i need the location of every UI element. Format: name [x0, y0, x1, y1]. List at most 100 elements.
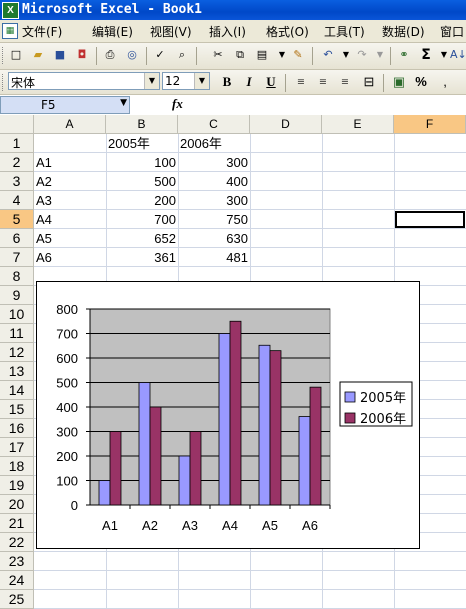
cell-a5[interactable]: A4	[36, 210, 104, 229]
insert-function-button[interactable]: fx	[172, 96, 183, 112]
cell-a6[interactable]: A5	[36, 229, 104, 248]
cell-c3[interactable]: 400	[178, 172, 248, 191]
row-header-7[interactable]: 7	[0, 248, 34, 267]
align-right-icon[interactable]: ≡	[336, 73, 354, 91]
cell-b3[interactable]: 500	[106, 172, 176, 191]
row-header-18[interactable]: 18	[0, 457, 34, 476]
row-header-1[interactable]: 1	[0, 134, 34, 153]
menu-view[interactable]: 视图(V)	[150, 23, 192, 40]
column-header-d[interactable]: D	[250, 115, 322, 134]
row-header-4[interactable]: 4	[0, 191, 34, 210]
row-header-23[interactable]: 23	[0, 552, 34, 571]
redo-dropdown-icon[interactable]: ▼	[372, 47, 388, 63]
cell-c1[interactable]: 2006年	[180, 134, 248, 153]
row-header-5[interactable]: 5	[0, 210, 34, 229]
cell-b6[interactable]: 652	[106, 229, 176, 248]
copy-icon[interactable]: ⧉	[232, 47, 248, 63]
column-header-f[interactable]: F	[394, 115, 466, 134]
menu-data[interactable]: 数据(D)	[382, 23, 425, 40]
cell-a4[interactable]: A3	[36, 191, 104, 210]
cell-a2[interactable]: A1	[36, 153, 104, 172]
save-icon[interactable]: ■	[52, 47, 68, 63]
paste-icon[interactable]: ▤	[254, 47, 270, 63]
active-cell-f5[interactable]	[395, 211, 465, 228]
chart-object[interactable]: 0 100 200 300 400 500 600 700 800 A1 A2 A3 A4 A5 A6 200…	[36, 281, 420, 549]
row-header-6[interactable]: 6	[0, 229, 34, 248]
formula-input[interactable]	[190, 96, 464, 113]
font-size-box[interactable]: 12 ▼	[162, 72, 210, 90]
row-header-15[interactable]: 15	[0, 400, 34, 419]
align-center-icon[interactable]: ≡	[314, 73, 332, 91]
align-left-icon[interactable]: ≡	[292, 73, 310, 91]
cell-b7[interactable]: 361	[106, 248, 176, 267]
italic-button[interactable]: I	[240, 73, 258, 91]
cell-c2[interactable]: 300	[178, 153, 248, 172]
paste-dropdown-icon[interactable]: ▼	[274, 47, 290, 63]
format-painter-icon[interactable]: ✎	[290, 47, 306, 63]
merge-center-icon[interactable]: ⊟	[360, 73, 378, 91]
row-header-16[interactable]: 16	[0, 419, 34, 438]
sort-ascending-icon[interactable]: A↓	[450, 47, 466, 63]
menu-format[interactable]: 格式(O)	[266, 23, 309, 40]
row-header-13[interactable]: 13	[0, 362, 34, 381]
menu-file[interactable]: 文件(F)	[22, 23, 62, 40]
print-icon[interactable]: ⎙	[102, 47, 118, 63]
column-header-c[interactable]: C	[178, 115, 250, 134]
column-header-e[interactable]: E	[322, 115, 394, 134]
row-header-21[interactable]: 21	[0, 514, 34, 533]
undo-dropdown-icon[interactable]: ▼	[338, 47, 354, 63]
font-name-box[interactable]: 宋体 ▼	[8, 72, 160, 90]
print-preview-icon[interactable]: ◎	[124, 47, 140, 63]
underline-button[interactable]: U	[262, 73, 280, 91]
menu-insert[interactable]: 插入(I)	[209, 23, 246, 40]
cut-icon[interactable]: ✂	[210, 47, 226, 63]
spelling-icon[interactable]: ✓	[152, 47, 168, 63]
percent-button[interactable]: %	[412, 73, 430, 91]
formatting-toolbar-grip[interactable]	[2, 74, 6, 91]
research-icon[interactable]: ⌕	[174, 47, 190, 63]
row-header-19[interactable]: 19	[0, 476, 34, 495]
row-header-22[interactable]: 22	[0, 533, 34, 552]
row-header-2[interactable]: 2	[0, 153, 34, 172]
open-icon[interactable]: ▰	[30, 47, 46, 63]
column-header-b[interactable]: B	[106, 115, 178, 134]
autosum-icon[interactable]: Σ	[418, 47, 434, 63]
menu-tools[interactable]: 工具(T)	[324, 23, 365, 40]
permission-icon[interactable]: ◘	[74, 47, 90, 63]
row-header-9[interactable]: 9	[0, 286, 34, 305]
cell-a7[interactable]: A6	[36, 248, 104, 267]
name-box-dropdown-icon[interactable]: ▼	[120, 98, 127, 108]
row-header-25[interactable]: 25	[0, 590, 34, 609]
row-header-12[interactable]: 12	[0, 343, 34, 362]
cell-b2[interactable]: 100	[106, 153, 176, 172]
row-header-20[interactable]: 20	[0, 495, 34, 514]
cell-c4[interactable]: 300	[178, 191, 248, 210]
select-all-button[interactable]	[0, 115, 34, 134]
font-size-dropdown-icon[interactable]: ▼	[194, 73, 209, 89]
currency-icon[interactable]: ▣	[390, 73, 408, 91]
row-header-8[interactable]: 8	[0, 267, 34, 286]
hyperlink-icon[interactable]: ⚭	[396, 47, 412, 63]
bold-button[interactable]: B	[218, 73, 236, 91]
menu-edit[interactable]: 编辑(E)	[92, 23, 133, 40]
cell-a3[interactable]: A2	[36, 172, 104, 191]
new-icon[interactable]: □	[8, 47, 24, 63]
row-header-3[interactable]: 3	[0, 172, 34, 191]
cell-c7[interactable]: 481	[178, 248, 248, 267]
undo-icon[interactable]: ↶	[320, 47, 336, 63]
row-header-24[interactable]: 24	[0, 571, 34, 590]
cell-b4[interactable]: 200	[106, 191, 176, 210]
row-header-14[interactable]: 14	[0, 381, 34, 400]
comma-style-icon[interactable]: ,	[436, 73, 454, 91]
cell-b5[interactable]: 700	[106, 210, 176, 229]
row-header-10[interactable]: 10	[0, 305, 34, 324]
column-header-a[interactable]: A	[34, 115, 106, 134]
cell-c5[interactable]: 750	[178, 210, 248, 229]
toolbar-grip[interactable]	[2, 47, 6, 64]
workbook-icon[interactable]: ▦	[2, 23, 18, 39]
menu-window[interactable]: 窗口	[440, 23, 464, 40]
excel-icon[interactable]: X	[2, 2, 19, 19]
row-header-11[interactable]: 11	[0, 324, 34, 343]
cell-b1[interactable]: 2005年	[108, 134, 176, 153]
row-header-17[interactable]: 17	[0, 438, 34, 457]
